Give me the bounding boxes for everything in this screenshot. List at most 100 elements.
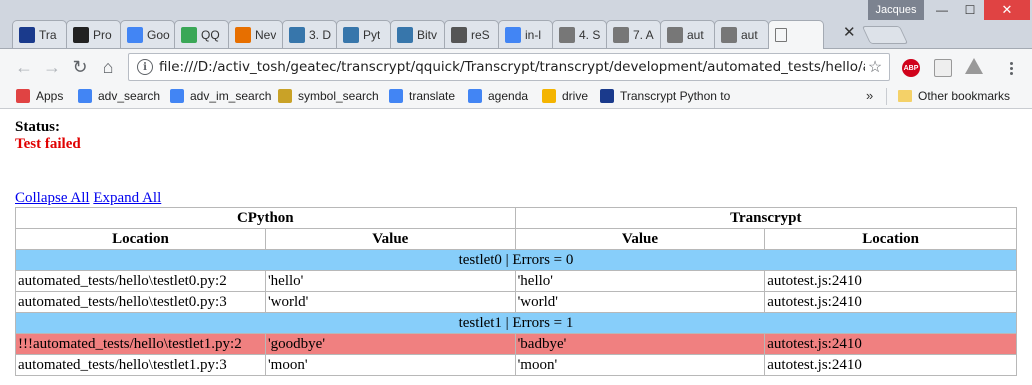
tab-7[interactable]: Bitv — [390, 20, 445, 48]
cpython-value-cell: 'hello' — [264, 270, 516, 292]
minimize-button[interactable]: — — [928, 0, 956, 20]
expand-all-link[interactable]: Expand All — [93, 190, 161, 206]
python-org-icon — [343, 26, 359, 43]
tab-title: Tra — [39, 27, 57, 42]
home-button[interactable]: ⌂ — [98, 57, 118, 77]
bookmark-label: adv_im_search — [190, 89, 272, 103]
testlet-title[interactable]: testlet0 | Errors = 0 — [15, 249, 1017, 271]
tab-13[interactable]: aut — [714, 20, 769, 48]
transcrypt-icon — [600, 89, 614, 103]
cpython-header: CPython — [15, 207, 516, 229]
bookmarks-bar: » Other bookmarks Apps adv_search adv_im_s… — [0, 84, 1032, 109]
tab-5[interactable]: 3. D — [282, 20, 337, 48]
tab-8[interactable]: reS — [444, 20, 499, 48]
bookmark-label: Transcrypt Python to — [620, 89, 731, 103]
transcrypt-location-cell: autotest.js:2410 — [764, 270, 1017, 292]
bookmark-transcrypt-python-to[interactable]: Transcrypt Python to — [600, 88, 730, 104]
tab-title: 4. S — [579, 27, 601, 42]
java-icon — [235, 26, 251, 43]
bookmark-apps[interactable]: Apps — [16, 88, 63, 104]
tab-title: aut — [741, 27, 758, 42]
tab-title: Nev — [255, 27, 277, 42]
rest-icon — [451, 26, 467, 43]
tab-10[interactable]: 4. S — [552, 20, 607, 48]
new-tab-button[interactable] — [861, 26, 909, 44]
profile-button[interactable]: Jacques — [868, 0, 924, 20]
transcrypt-value-cell: 'hello' — [514, 270, 766, 292]
bookmarks-overflow-icon[interactable]: » — [866, 88, 873, 103]
cpython-location-cell: !!!automated_tests/hello\testlet1.py:2 — [15, 333, 266, 355]
transcrypt-location-cell: autotest.js:2410 — [764, 354, 1017, 376]
transcrypt-value-cell: 'badbye' — [514, 333, 766, 355]
tab-title: Pyt — [363, 27, 381, 42]
cpython-value-cell: 'world' — [264, 291, 516, 313]
bookmark-translate[interactable]: translate — [389, 88, 455, 104]
col-header-location: Location — [15, 228, 266, 250]
bookmark-drive[interactable]: drive — [542, 88, 588, 104]
python-icon — [397, 26, 413, 43]
title-bar: Tra Pro Goo QQ Nev 3. D Pyt Bitv reS in-l 4. S 7. A… — [0, 0, 1032, 49]
bookmark-symbol-search[interactable]: symbol_search — [278, 88, 379, 104]
document-icon — [775, 28, 787, 42]
tab-strip: Tra Pro Goo QQ Nev 3. D Pyt Bitv reS in-l 4. S 7. A… — [12, 20, 824, 49]
adblock-icon[interactable]: ABP — [902, 59, 920, 77]
github-icon — [73, 26, 89, 43]
tab-9[interactable]: in-l — [498, 20, 553, 48]
tab-12[interactable]: aut — [660, 20, 715, 48]
bookmark-agenda[interactable]: agenda — [468, 88, 528, 104]
browser-menu-icon[interactable] — [1002, 59, 1020, 77]
info-icon[interactable]: i — [137, 59, 153, 75]
drive-extension-icon[interactable] — [965, 58, 983, 74]
browser-toolbar: ← → ↻ ⌂ i file:///D:/activ_tosh/geatec/t… — [0, 48, 1032, 84]
other-bookmarks-folder[interactable]: Other bookmarks — [898, 88, 1010, 104]
extension-pages-icon[interactable] — [934, 59, 952, 77]
calendar-icon — [468, 89, 482, 103]
google-icon — [505, 26, 521, 43]
reload-button[interactable]: ↻ — [70, 57, 90, 77]
testlet-group-row[interactable]: testlet1 | Errors = 1 — [15, 312, 1017, 334]
collapse-expand-links: Collapse All Expand All — [15, 190, 161, 207]
google-translate-icon — [127, 26, 143, 43]
tab-title: Pro — [93, 27, 112, 42]
transcrypt-location-cell: autotest.js:2410 — [764, 333, 1017, 355]
tab-2[interactable]: Goo — [120, 20, 175, 48]
tab-title: Goo — [147, 27, 170, 42]
window-close-button[interactable]: ✕ — [984, 0, 1030, 20]
forward-button[interactable]: → — [42, 57, 62, 77]
tab-3[interactable]: QQ — [174, 20, 229, 48]
bookmark-adv-search[interactable]: adv_search — [78, 88, 160, 104]
document-icon — [667, 26, 683, 43]
table-row: automated_tests/hello\testlet1.py:3'moon… — [15, 354, 1017, 376]
tab-title: reS — [471, 27, 490, 42]
tab-4[interactable]: Nev — [228, 20, 283, 48]
tab-title: QQ — [201, 27, 220, 42]
document-icon — [721, 26, 737, 43]
results-table: CPython Transcrypt Location Value Value … — [15, 207, 1018, 376]
tab-1[interactable]: Pro — [66, 20, 121, 48]
cpython-location-cell: automated_tests/hello\testlet1.py:3 — [15, 354, 266, 376]
document-icon — [613, 26, 629, 43]
testlet-group-row[interactable]: testlet0 | Errors = 0 — [15, 249, 1017, 271]
transcrypt-header: Transcrypt — [514, 207, 1018, 229]
cpython-value-cell: 'moon' — [264, 354, 516, 376]
bookmark-star-icon[interactable]: ☆ — [865, 57, 885, 77]
url-text[interactable]: file:///D:/activ_tosh/geatec/transcrypt/… — [159, 59, 865, 75]
transcrypt-location-cell: autotest.js:2410 — [764, 291, 1017, 313]
tab-close-icon[interactable]: ✕ — [843, 25, 856, 40]
maximize-button[interactable]: ☐ — [956, 0, 984, 20]
address-bar[interactable]: i file:///D:/activ_tosh/geatec/transcryp… — [128, 53, 890, 81]
folder-icon — [898, 90, 912, 102]
cpython-value-cell: 'goodbye' — [264, 333, 516, 355]
cpython-location-cell: automated_tests/hello\testlet0.py:2 — [15, 270, 266, 292]
tab-11[interactable]: 7. A — [606, 20, 661, 48]
tab-0[interactable]: Tra — [12, 20, 67, 48]
collapse-all-link[interactable]: Collapse All — [15, 190, 90, 206]
testlet-title[interactable]: testlet1 | Errors = 1 — [15, 312, 1017, 334]
tab-6[interactable]: Pyt — [336, 20, 391, 48]
bookmark-adv-im-search[interactable]: adv_im_search — [170, 88, 271, 104]
tab-14[interactable] — [768, 20, 824, 49]
python-icon — [289, 26, 305, 43]
back-button[interactable]: ← — [14, 57, 34, 77]
tab-title: in-l — [525, 27, 542, 42]
other-bookmarks-label: Other bookmarks — [918, 89, 1011, 103]
